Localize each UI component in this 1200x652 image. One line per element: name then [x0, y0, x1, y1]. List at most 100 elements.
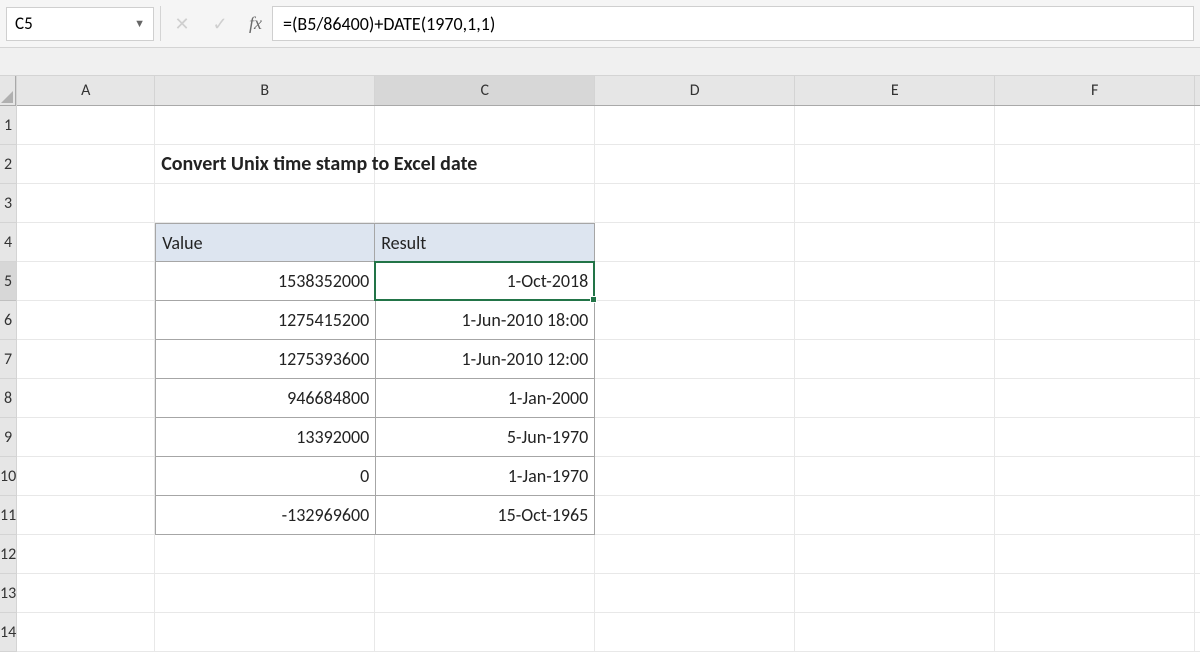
- cell[interactable]: [1195, 262, 1200, 301]
- cell[interactable]: [795, 418, 995, 457]
- cell[interactable]: [155, 574, 375, 613]
- table-row[interactable]: -132969600: [155, 496, 375, 535]
- cell[interactable]: [375, 184, 595, 223]
- cell[interactable]: [595, 496, 795, 535]
- cell[interactable]: [17, 340, 155, 379]
- cell[interactable]: [795, 340, 995, 379]
- table-row[interactable]: 1-Oct-2018: [375, 262, 595, 301]
- cell[interactable]: [155, 184, 375, 223]
- cell[interactable]: [595, 613, 795, 652]
- table-row[interactable]: 946684800: [155, 379, 375, 418]
- cell[interactable]: [375, 106, 595, 145]
- row-header[interactable]: 2: [0, 145, 16, 184]
- cell[interactable]: [17, 184, 155, 223]
- cell[interactable]: [995, 418, 1195, 457]
- cell[interactable]: [375, 613, 595, 652]
- col-header[interactable]: A: [17, 76, 155, 105]
- cell[interactable]: [595, 535, 795, 574]
- cell[interactable]: [17, 223, 155, 262]
- table-row[interactable]: 13392000: [155, 418, 375, 457]
- cell[interactable]: [795, 574, 995, 613]
- cell[interactable]: [17, 262, 155, 301]
- row-header[interactable]: 10: [0, 457, 16, 496]
- cell[interactable]: [795, 301, 995, 340]
- formula-input[interactable]: =(B5/86400)+DATE(1970,1,1): [272, 6, 1194, 41]
- table-row[interactable]: 1538352000: [155, 262, 375, 301]
- cell[interactable]: [595, 184, 795, 223]
- row-header[interactable]: 6: [0, 301, 16, 340]
- cell[interactable]: [1195, 184, 1200, 223]
- cell[interactable]: [995, 223, 1195, 262]
- row-header[interactable]: 4: [0, 223, 16, 262]
- cell[interactable]: [17, 379, 155, 418]
- cell[interactable]: [1195, 223, 1200, 262]
- cell[interactable]: [995, 340, 1195, 379]
- cell[interactable]: [795, 262, 995, 301]
- cell[interactable]: [17, 535, 155, 574]
- row-header[interactable]: 1: [0, 106, 16, 145]
- col-header[interactable]: B: [155, 76, 375, 105]
- table-row[interactable]: 1275415200: [155, 301, 375, 340]
- col-header[interactable]: G: [1195, 76, 1200, 105]
- cell[interactable]: [375, 574, 595, 613]
- cell-area[interactable]: Convert Unix time stamp to Excel date: [17, 106, 1200, 652]
- cell[interactable]: [795, 613, 995, 652]
- cell[interactable]: [595, 262, 795, 301]
- cell[interactable]: [1195, 496, 1200, 535]
- cell[interactable]: [595, 379, 795, 418]
- cell[interactable]: [995, 262, 1195, 301]
- cell[interactable]: [17, 574, 155, 613]
- cell[interactable]: [995, 301, 1195, 340]
- cell[interactable]: [995, 379, 1195, 418]
- row-header[interactable]: 13: [0, 574, 16, 613]
- table-row[interactable]: 1-Jan-2000: [375, 379, 595, 418]
- cell[interactable]: [1195, 340, 1200, 379]
- cell[interactable]: [995, 496, 1195, 535]
- cell[interactable]: [1195, 457, 1200, 496]
- cell[interactable]: [1195, 379, 1200, 418]
- cell[interactable]: [995, 145, 1195, 184]
- row-header[interactable]: 5: [0, 262, 16, 301]
- cell[interactable]: [155, 613, 375, 652]
- cell[interactable]: [795, 535, 995, 574]
- cell[interactable]: [17, 145, 155, 184]
- table-header-value[interactable]: Value: [155, 223, 375, 262]
- row-header[interactable]: 11: [0, 496, 16, 535]
- cell[interactable]: [995, 457, 1195, 496]
- row-header[interactable]: 8: [0, 379, 16, 418]
- row-header[interactable]: 7: [0, 340, 16, 379]
- cell[interactable]: [17, 496, 155, 535]
- table-row[interactable]: 1-Jun-2010 18:00: [375, 301, 595, 340]
- cell[interactable]: [17, 106, 155, 145]
- cell[interactable]: [595, 574, 795, 613]
- col-header[interactable]: C: [375, 76, 595, 105]
- cell[interactable]: [17, 457, 155, 496]
- cell[interactable]: [995, 613, 1195, 652]
- name-box[interactable]: C5 ▼: [6, 7, 154, 41]
- cell[interactable]: [1195, 145, 1200, 184]
- table-row[interactable]: 1-Jan-1970: [375, 457, 595, 496]
- cell[interactable]: [17, 613, 155, 652]
- table-row[interactable]: 1-Jun-2010 12:00: [375, 340, 595, 379]
- cell[interactable]: [595, 457, 795, 496]
- cell[interactable]: [795, 457, 995, 496]
- cell[interactable]: [1195, 535, 1200, 574]
- page-title[interactable]: Convert Unix time stamp to Excel date: [155, 145, 375, 184]
- row-header[interactable]: 9: [0, 418, 16, 457]
- select-all-corner[interactable]: [0, 76, 16, 106]
- col-header[interactable]: D: [595, 76, 795, 105]
- row-header[interactable]: 12: [0, 535, 16, 574]
- cell[interactable]: [595, 106, 795, 145]
- table-row[interactable]: 0: [155, 457, 375, 496]
- cancel-formula-button[interactable]: ✕: [163, 0, 201, 47]
- cell[interactable]: [1195, 301, 1200, 340]
- chevron-down-icon[interactable]: ▼: [134, 17, 145, 30]
- cell[interactable]: [1195, 106, 1200, 145]
- cell[interactable]: [795, 145, 995, 184]
- cell[interactable]: [595, 301, 795, 340]
- row-header[interactable]: 14: [0, 613, 16, 652]
- cell[interactable]: [995, 106, 1195, 145]
- cell[interactable]: [795, 106, 995, 145]
- cell[interactable]: [1195, 574, 1200, 613]
- cell[interactable]: [375, 145, 595, 184]
